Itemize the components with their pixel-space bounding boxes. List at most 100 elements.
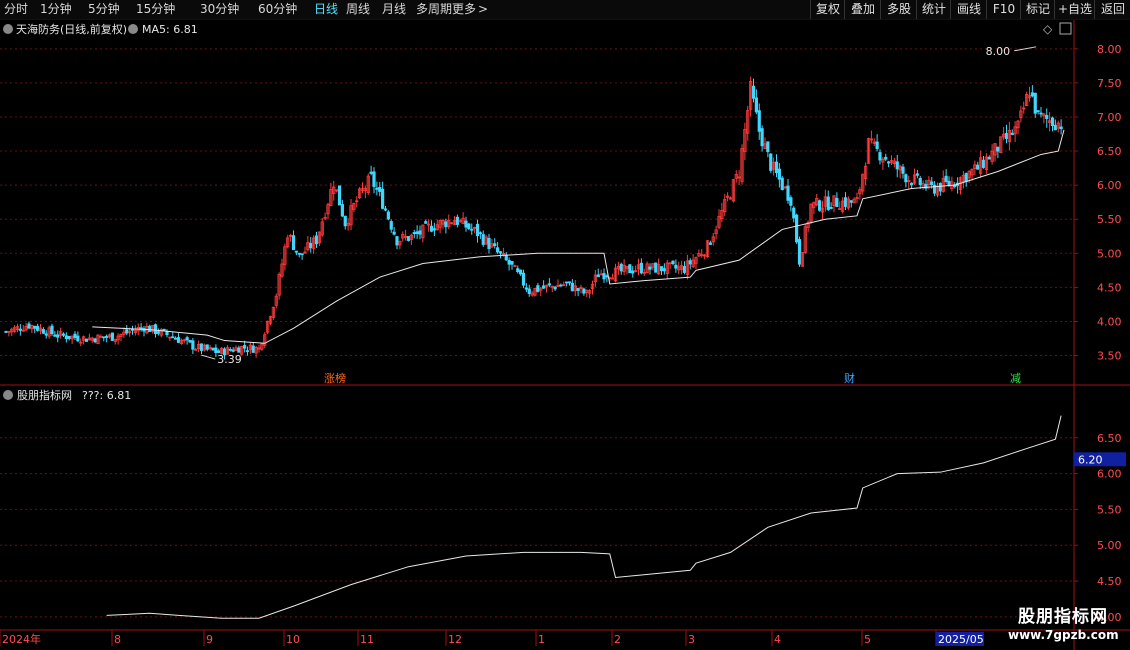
- candle-body: [84, 338, 89, 342]
- period-tab-3[interactable]: 15分钟: [136, 0, 175, 19]
- watermark-title: 股朋指标网: [1018, 607, 1108, 627]
- candle-body: [567, 281, 572, 284]
- more-arrow-icon[interactable]: >: [478, 0, 488, 19]
- candle-body: [36, 325, 40, 331]
- toolbar-button-5[interactable]: F10: [986, 0, 1021, 19]
- candle-body: [148, 325, 152, 333]
- candle-body: [174, 337, 178, 340]
- stock-chart[interactable]: 8.00 7.50 7.00 6.50 6.00 5.50 5.00 4.50 4.00 3.50…: [0, 20, 1130, 650]
- candle-body: [199, 343, 204, 351]
- candle-body: [887, 161, 891, 164]
- diamond-icon: ◇: [1043, 22, 1053, 36]
- toolbar-button-2[interactable]: 多股: [880, 0, 917, 19]
- candle-body: [757, 110, 761, 132]
- period-tab-7[interactable]: 周线: [346, 0, 370, 19]
- candle-body: [300, 253, 304, 256]
- candle-body: [475, 223, 480, 237]
- candle-body: [291, 235, 296, 251]
- panel-toggle-icon[interactable]: [1059, 22, 1072, 35]
- x-axis-label: 10: [286, 633, 300, 646]
- toolbar-button-1[interactable]: 叠加: [844, 0, 881, 19]
- candle-body: [938, 182, 942, 192]
- candle-body: [777, 168, 781, 180]
- period-tab-0[interactable]: 分时: [4, 0, 28, 19]
- toolbar-button-0[interactable]: 复权: [810, 0, 845, 19]
- candle-body: [524, 287, 528, 290]
- candle-body: [565, 281, 569, 284]
- period-tab-1[interactable]: 1分钟: [40, 0, 72, 19]
- candle-body: [372, 171, 376, 187]
- candle-body: [211, 347, 215, 351]
- main-y-tick-label: 3.50: [1097, 350, 1122, 363]
- main-y-tick-label: 5.50: [1097, 213, 1122, 226]
- ma-settings-icon[interactable]: [128, 24, 138, 34]
- candle-body: [605, 275, 609, 278]
- candle-body: [73, 333, 77, 338]
- collapse-sub-icon[interactable]: [3, 390, 13, 400]
- candle-body: [596, 274, 600, 278]
- candle-body: [1045, 115, 1049, 119]
- period-tab-8[interactable]: 月线: [382, 0, 406, 19]
- period-tab-4[interactable]: 30分钟: [200, 0, 239, 19]
- candle-body: [760, 128, 764, 147]
- candle-body: [671, 260, 675, 265]
- candle-body: [688, 260, 692, 265]
- sub-y-tick-label: 6.50: [1097, 432, 1122, 445]
- candle-body: [478, 232, 482, 235]
- candle-body: [1036, 110, 1040, 113]
- x-axis-label: 4: [774, 633, 781, 646]
- candle-body: [1059, 126, 1063, 130]
- candle-body: [904, 174, 908, 183]
- candle-body: [516, 268, 520, 273]
- period-tab-9[interactable]: 多周期: [416, 0, 452, 19]
- candle-body: [849, 200, 853, 203]
- sub-y-tick-label: 5.00: [1097, 539, 1122, 552]
- main-panel-title: 天海防务(日线,前复权): [16, 22, 127, 36]
- candle-body: [884, 156, 888, 160]
- candle-body: [659, 266, 664, 272]
- candle-body: [795, 214, 799, 243]
- candle-body: [751, 85, 756, 99]
- candle-body: [987, 156, 991, 160]
- candle-body: [829, 207, 833, 209]
- candle-body: [389, 221, 393, 230]
- candle-body: [18, 328, 22, 331]
- collapse-main-icon[interactable]: [3, 24, 13, 34]
- candle-body: [429, 225, 434, 232]
- main-y-tick-label: 4.00: [1097, 315, 1122, 328]
- candle-body: [519, 269, 523, 275]
- period-tab-10[interactable]: 更多: [452, 0, 476, 19]
- candle-body: [228, 348, 232, 351]
- candle-body: [1010, 132, 1014, 135]
- toolbar-button-6[interactable]: 标记: [1020, 0, 1055, 19]
- candle-body: [918, 177, 922, 186]
- candle-body: [424, 221, 428, 224]
- ma-label: MA5: 6.81: [142, 23, 198, 36]
- candle-body: [415, 231, 419, 235]
- toolbar-button-4[interactable]: 画线: [950, 0, 987, 19]
- candle-body: [188, 339, 192, 343]
- toolbar-button-3[interactable]: 统计: [916, 0, 951, 19]
- candle-body: [110, 332, 114, 341]
- toolbar-button-7[interactable]: +自选: [1054, 0, 1095, 19]
- candle-body: [619, 263, 623, 272]
- candle-body: [44, 333, 48, 336]
- candle-body: [67, 335, 71, 339]
- candle-body: [487, 237, 491, 250]
- candle-body: [498, 251, 503, 254]
- candle-body: [337, 185, 342, 206]
- candle-body: [76, 335, 80, 342]
- period-tab-2[interactable]: 5分钟: [88, 0, 120, 19]
- low-marker-arrow: [201, 354, 216, 360]
- candle-body: [314, 235, 319, 245]
- period-tab-5[interactable]: 60分钟: [258, 0, 297, 19]
- candle-body: [915, 173, 919, 176]
- candle-body: [406, 236, 411, 241]
- candle-body: [432, 228, 436, 231]
- candle-body: [395, 236, 399, 246]
- candle-body: [156, 331, 160, 334]
- candle-body: [53, 334, 57, 337]
- candle-body: [105, 335, 109, 338]
- toolbar-button-8[interactable]: 返回: [1094, 0, 1130, 19]
- period-tab-6[interactable]: 日线: [314, 0, 338, 19]
